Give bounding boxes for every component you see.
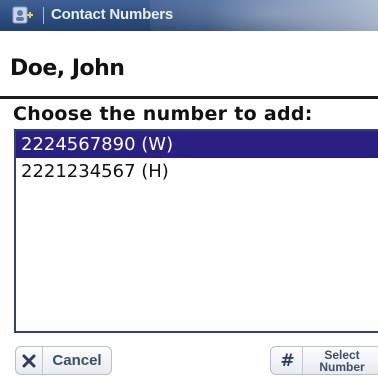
contact-name: Doe, John: [10, 56, 125, 81]
cancel-button-label: Cancel: [52, 352, 102, 369]
number-list[interactable]: 2224567890 (W) 2221234567 (H): [14, 129, 378, 333]
x-icon: [16, 347, 43, 374]
header-divider: [0, 96, 378, 99]
select-number-button[interactable]: # Select Number: [270, 346, 378, 375]
window-title: Contact Numbers: [51, 6, 174, 23]
number-list-item-home[interactable]: 2221234567 (H): [16, 158, 378, 185]
number-list-item-work[interactable]: 2224567890 (W): [16, 131, 378, 158]
hash-icon: #: [273, 347, 303, 374]
select-number-label-line1: Select: [324, 347, 360, 362]
title-bar-fade: [208, 0, 378, 31]
title-bar: Contact Numbers: [0, 0, 378, 31]
contacts-app-icon[interactable]: [12, 6, 34, 24]
hash-glyph: #: [280, 350, 295, 371]
select-number-button-label: Select Number: [303, 349, 378, 373]
select-number-label-line2: Number: [319, 359, 365, 374]
cancel-button[interactable]: Cancel: [15, 346, 112, 375]
choose-number-prompt: Choose the number to add:: [13, 103, 313, 125]
title-separator: [43, 7, 44, 24]
